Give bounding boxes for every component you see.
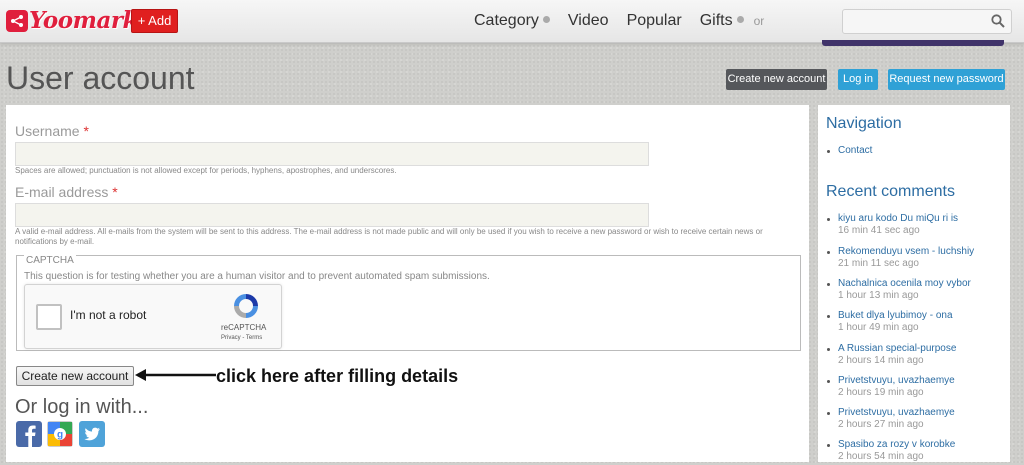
captcha-legend: CAPTCHA <box>24 255 76 266</box>
recent-comment-time: 21 min 11 sec ago <box>838 258 919 269</box>
recaptcha-widget: I'm not a robot reCAPTCHA Privacy - Term… <box>24 284 282 349</box>
account-tabs: Create new account Log in Request new pa… <box>726 69 1010 90</box>
facebook-icon[interactable] <box>16 421 42 447</box>
recent-comment-time: 16 min 41 sec ago <box>838 225 920 236</box>
username-field[interactable] <box>15 142 649 166</box>
recent-comment-time: 2 hours 54 min ago <box>838 451 924 462</box>
create-account-tab[interactable]: Create new account <box>726 69 827 90</box>
nav-video[interactable]: Video <box>568 12 609 30</box>
username-description: Spaces are allowed; punctuation is not a… <box>15 166 397 175</box>
site-logo[interactable]: Yoomark <box>6 7 138 34</box>
email-label-text: E-mail address <box>15 184 109 200</box>
nav-category[interactable]: Category <box>474 12 550 30</box>
list-bullet <box>827 444 830 447</box>
recent-comment-link[interactable]: Rekomenduyu vsem - luchshiy <box>838 246 974 257</box>
page-title: User account <box>6 60 195 96</box>
recent-comment-time: 2 hours 14 min ago <box>838 355 924 366</box>
social-login-heading: Or log in with... <box>15 396 149 418</box>
top-bar: Yoomark + Add Category Video Popular Gif… <box>0 0 1024 43</box>
recent-comment-link[interactable]: Buket dlya lyubimoy - ona <box>838 310 953 321</box>
list-bullet <box>827 380 830 383</box>
logo-text: Yoomark <box>29 7 138 34</box>
dropdown-dot-icon <box>736 16 744 24</box>
main-nav: Category Video Popular Gifts or <box>474 12 764 30</box>
create-account-button[interactable]: Create new account <box>16 366 134 386</box>
sidebar-recent-heading: Recent comments <box>826 183 955 200</box>
required-mark: * <box>112 184 118 200</box>
registration-form: Username * Spaces are allowed; punctuati… <box>6 105 809 462</box>
twitter-icon[interactable] <box>79 421 105 447</box>
recaptcha-label: I'm not a robot <box>70 308 147 322</box>
recent-comment-link[interactable]: Nachalnica ocenila moy vybor <box>838 278 971 289</box>
list-bullet <box>827 150 830 153</box>
nav-gifts-label: Gifts <box>699 12 733 29</box>
svg-text:g: g <box>57 430 63 441</box>
email-label: E-mail address * <box>15 184 118 200</box>
list-bullet <box>827 283 830 286</box>
required-mark: * <box>83 123 89 139</box>
nav-or-text: or <box>753 14 765 28</box>
recaptcha-links[interactable]: Privacy - Terms <box>221 335 262 341</box>
sidebar-navigation-heading: Navigation <box>826 115 902 132</box>
list-bullet <box>827 251 830 254</box>
sidebar: Navigation Contact Recent comments kiyu … <box>818 105 1010 462</box>
list-bullet <box>827 315 830 318</box>
recaptcha-icon <box>231 291 261 326</box>
login-tab[interactable]: Log in <box>838 69 878 90</box>
nav-category-label: Category <box>474 12 539 29</box>
recent-comment-time: 1 hour 49 min ago <box>838 322 919 333</box>
google-icon[interactable]: g <box>47 421 73 447</box>
captcha-description: This question is for testing whether you… <box>24 271 490 282</box>
header-accent-bar <box>822 40 1004 46</box>
nav-popular[interactable]: Popular <box>627 12 682 30</box>
username-label: Username * <box>15 123 89 139</box>
recaptcha-brand: reCAPTCHA <box>221 323 267 332</box>
recent-comment-time: 1 hour 13 min ago <box>838 290 919 301</box>
recent-comment-link[interactable]: Spasibo za rozy v korobke <box>838 439 955 450</box>
arrow-left-icon <box>134 368 216 387</box>
request-password-tab[interactable]: Request new password <box>888 69 1005 90</box>
search-icon[interactable] <box>991 14 1005 33</box>
nav-gifts[interactable]: Gifts <box>700 12 744 30</box>
list-bullet <box>827 412 830 415</box>
add-button[interactable]: + Add <box>131 9 178 33</box>
recent-comment-time: 2 hours 27 min ago <box>838 419 924 430</box>
email-description: A valid e-mail address. All e-mails from… <box>15 227 763 246</box>
annotation-text: click here after filling details <box>216 366 459 386</box>
list-bullet <box>827 218 830 221</box>
dropdown-dot-icon <box>542 16 550 24</box>
search-input[interactable] <box>842 9 1012 34</box>
sidebar-item-contact[interactable]: Contact <box>838 145 872 156</box>
recent-comment-link[interactable]: Privetstvuyu, uvazhaemye <box>838 375 955 386</box>
recaptcha-checkbox[interactable] <box>36 304 62 330</box>
recent-comment-time: 2 hours 19 min ago <box>838 387 924 398</box>
recent-comment-link[interactable]: kiyu aru kodo Du miQu ri is <box>838 213 958 224</box>
list-bullet <box>827 348 830 351</box>
username-label-text: Username <box>15 123 80 139</box>
recent-comment-link[interactable]: A Russian special-purpose <box>838 343 956 354</box>
share-icon <box>6 9 28 32</box>
recent-comment-link[interactable]: Privetstvuyu, uvazhaemye <box>838 407 955 418</box>
email-field[interactable] <box>15 203 649 227</box>
